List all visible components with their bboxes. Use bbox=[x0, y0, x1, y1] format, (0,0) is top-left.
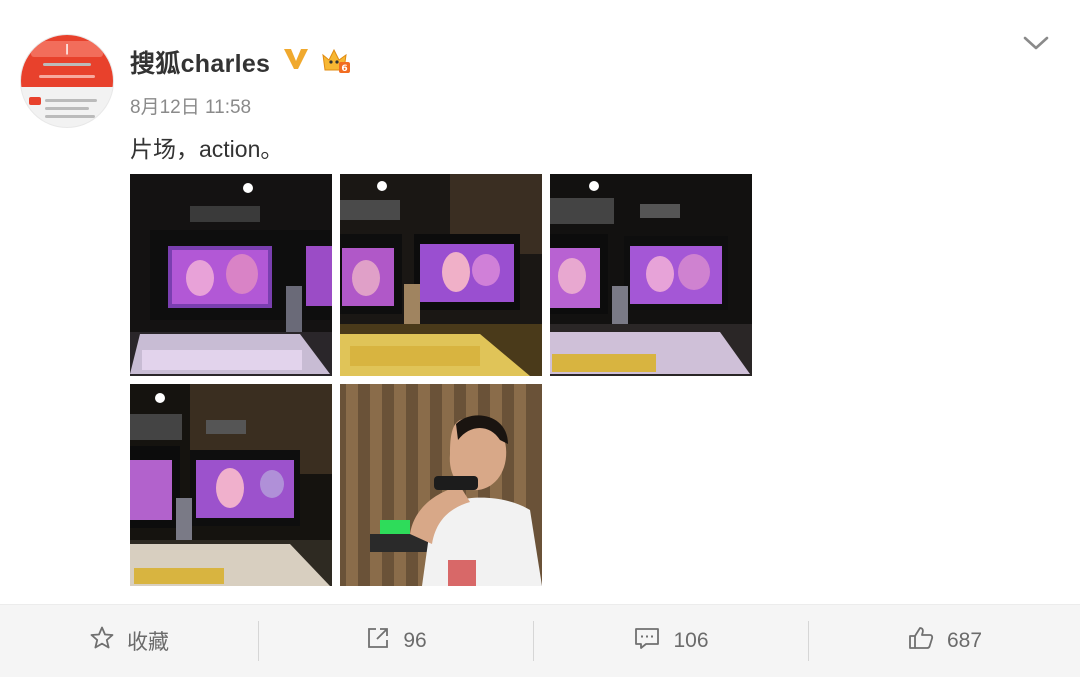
thumbs-up-icon bbox=[907, 625, 935, 657]
weibo-post: | 搜狐charles 6 8月12日 11:58 片场，action。 bbox=[0, 0, 1080, 604]
star-icon bbox=[89, 625, 115, 657]
level-crown-icon: 6 bbox=[320, 46, 352, 81]
comment-icon bbox=[633, 625, 661, 657]
favorite-button[interactable]: 收藏 bbox=[0, 605, 258, 677]
photo-monitor-1[interactable] bbox=[130, 174, 332, 376]
like-button[interactable]: 687 bbox=[809, 605, 1080, 677]
photo-director-walkie-talkie[interactable] bbox=[340, 384, 542, 586]
username[interactable]: 搜狐charles bbox=[130, 44, 270, 80]
comment-button[interactable]: 106 bbox=[534, 605, 808, 677]
photo-monitor-3[interactable] bbox=[550, 174, 752, 376]
post-timestamp[interactable]: 8月12日 11:58 bbox=[130, 92, 251, 119]
like-count: 687 bbox=[946, 629, 983, 652]
repost-button[interactable]: 96 bbox=[259, 605, 533, 677]
favorite-label: 收藏 bbox=[127, 631, 169, 654]
repost-icon bbox=[365, 625, 391, 657]
level-number: 6 bbox=[341, 64, 347, 74]
post-text: 片场，action。 bbox=[130, 136, 284, 162]
chevron-down-icon[interactable] bbox=[1022, 32, 1050, 59]
verified-v-icon bbox=[282, 46, 310, 77]
photo-monitor-2[interactable] bbox=[340, 174, 542, 376]
repost-count: 96 bbox=[403, 629, 427, 652]
comment-count: 106 bbox=[673, 629, 709, 652]
post-action-bar: 收藏 96 106 687 bbox=[0, 604, 1080, 677]
avatar[interactable]: | bbox=[20, 34, 114, 128]
photo-monitor-4[interactable] bbox=[130, 384, 332, 586]
